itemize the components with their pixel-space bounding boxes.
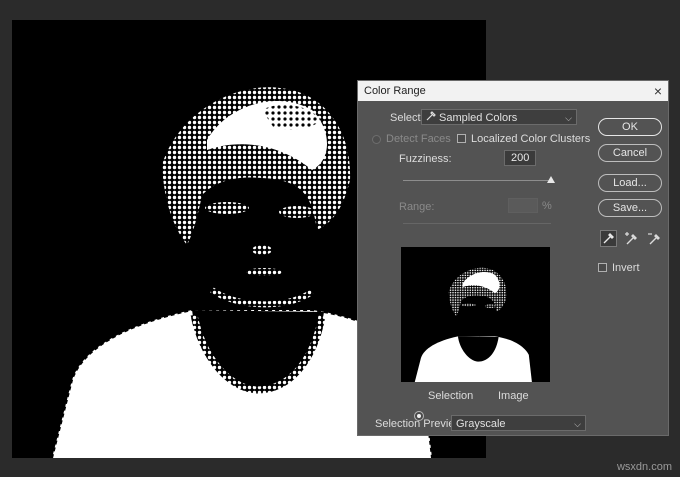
chevron-down-icon: ⌵ bbox=[574, 419, 581, 429]
range-unit: % bbox=[542, 200, 552, 212]
cancel-button[interactable]: Cancel bbox=[598, 144, 662, 162]
invert-label: Invert bbox=[612, 262, 640, 274]
selection-preview-thumbnail bbox=[401, 247, 550, 382]
eyedropper-icon[interactable] bbox=[600, 230, 617, 247]
dialog-titlebar[interactable]: Color Range × bbox=[358, 81, 668, 101]
selection-preview-dropdown[interactable]: Grayscale ⌵ bbox=[451, 415, 586, 431]
chevron-down-icon: ⌵ bbox=[565, 113, 572, 123]
select-dropdown[interactable]: Sampled Colors ⌵ bbox=[421, 109, 577, 125]
detect-faces-label: Detect Faces bbox=[386, 133, 451, 145]
selection-preview-value: Grayscale bbox=[456, 418, 506, 430]
dialog-title: Color Range bbox=[364, 85, 426, 97]
image-radio-label: Image bbox=[498, 390, 529, 402]
range-input bbox=[508, 198, 538, 213]
watermark-text: wsxdn.com bbox=[616, 461, 672, 473]
color-range-dialog: Color Range × Select: Sampled Colors ⌵ D… bbox=[357, 80, 669, 436]
detect-faces-checkbox[interactable] bbox=[372, 135, 381, 144]
load-button[interactable]: Load... bbox=[598, 174, 662, 192]
fuzziness-slider-track[interactable] bbox=[403, 180, 551, 181]
eyedropper-small-icon bbox=[426, 110, 436, 126]
localized-clusters-label: Localized Color Clusters bbox=[471, 133, 591, 145]
ok-button[interactable]: OK bbox=[598, 118, 662, 136]
range-slider-track bbox=[403, 223, 551, 224]
fuzziness-label: Fuzziness: bbox=[399, 153, 452, 165]
select-value: Sampled Colors bbox=[439, 112, 518, 124]
range-label: Range: bbox=[399, 201, 435, 213]
eyedropper-plus-icon[interactable] bbox=[623, 230, 640, 247]
close-icon[interactable]: × bbox=[654, 81, 662, 101]
localized-clusters-checkbox[interactable] bbox=[457, 134, 466, 143]
select-label: Select: bbox=[390, 112, 424, 124]
save-button[interactable]: Save... bbox=[598, 199, 662, 217]
invert-checkbox[interactable] bbox=[598, 263, 607, 272]
selection-radio-label: Selection bbox=[428, 390, 474, 402]
fuzziness-input[interactable]: 200 bbox=[504, 150, 536, 166]
eyedropper-minus-icon[interactable] bbox=[646, 230, 663, 247]
fuzziness-slider-thumb[interactable] bbox=[547, 176, 555, 183]
